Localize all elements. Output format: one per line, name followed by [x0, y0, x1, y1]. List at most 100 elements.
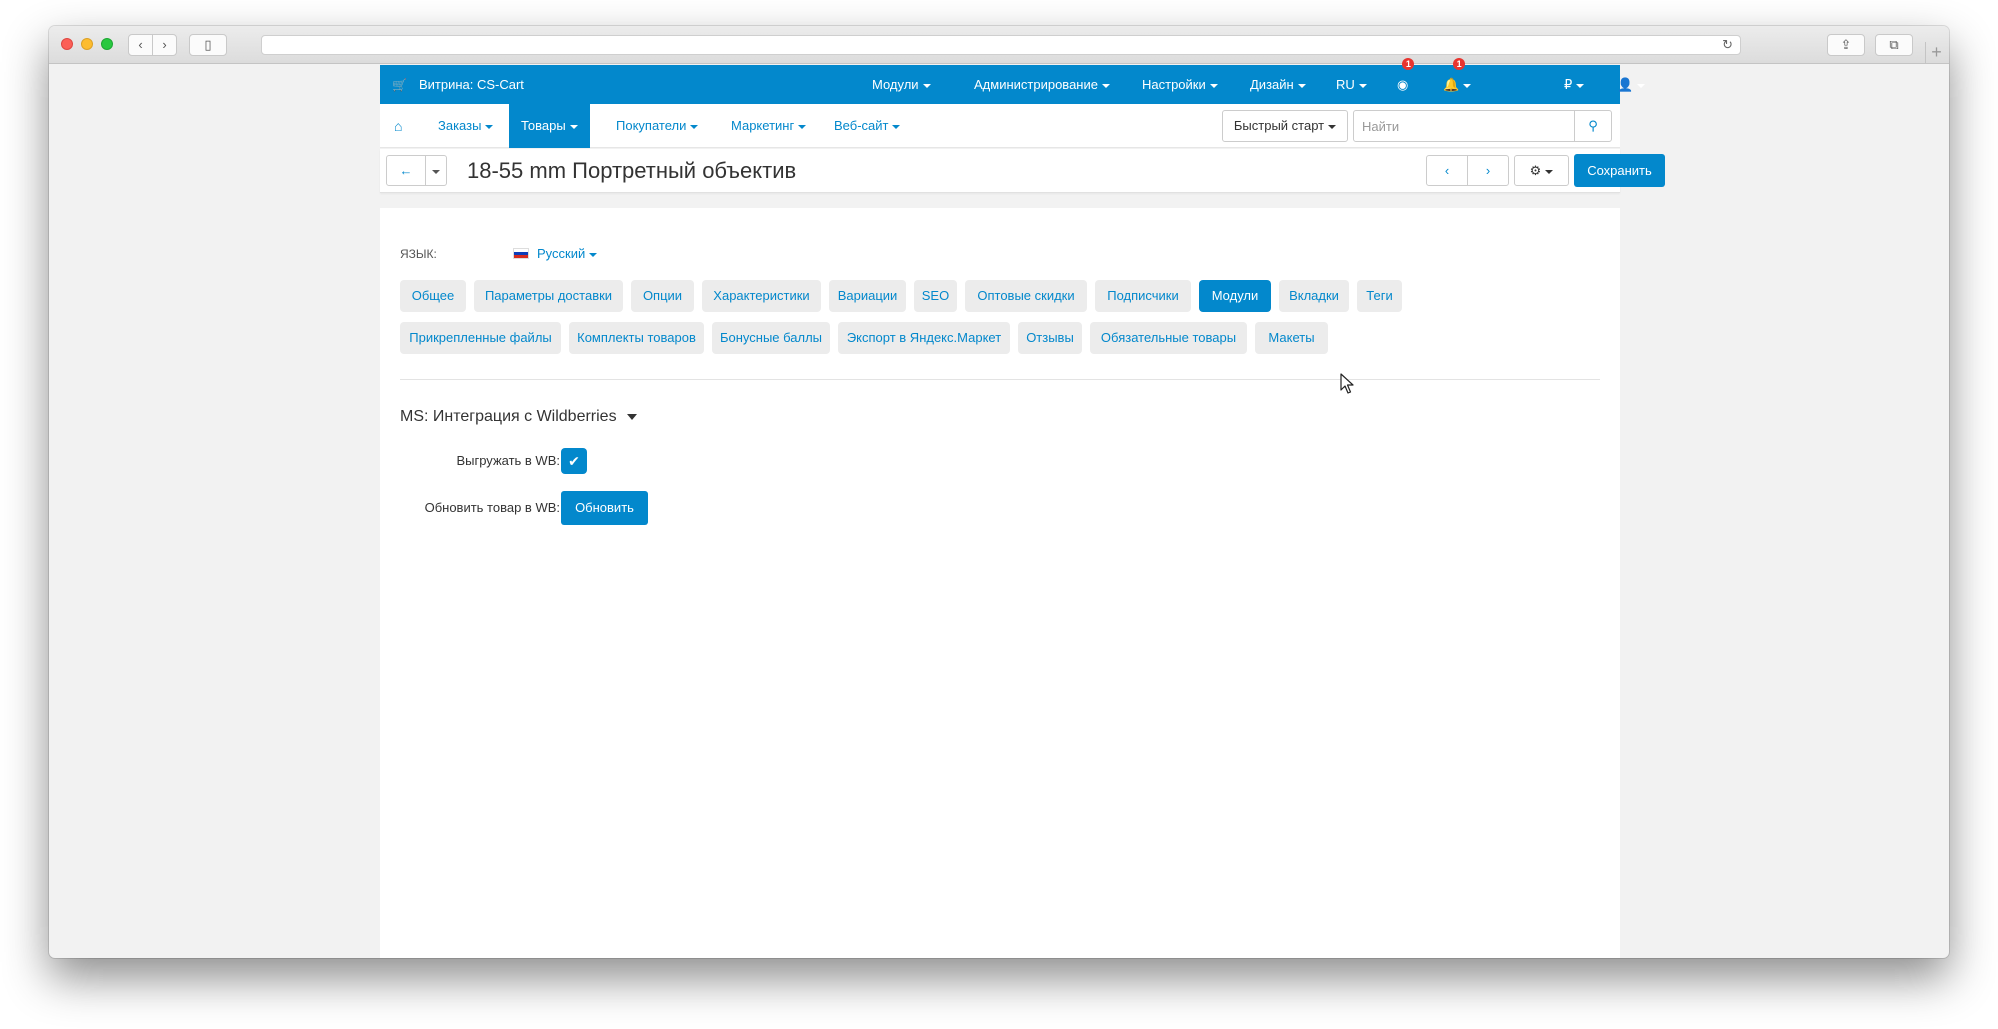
nav-orders-label: Заказы: [438, 118, 482, 133]
storefront-label: Витрина: CS-Cart: [418, 77, 524, 92]
tab-reviews[interactable]: Отзывы: [1018, 322, 1082, 354]
browser-back-button[interactable]: ‹: [128, 34, 153, 56]
caret-down-icon: [569, 124, 578, 129]
tab-attachments[interactable]: Прикрепленные файлы: [400, 322, 561, 354]
tab-addons[interactable]: Модули: [1199, 280, 1271, 312]
caret-down-icon: [1463, 83, 1472, 88]
menu-design-label: Дизайн: [1250, 77, 1294, 92]
tab-reward-points[interactable]: Бонусные баллы: [712, 322, 830, 354]
language-value: Русский: [537, 246, 586, 261]
caret-down-icon: [1328, 124, 1337, 129]
close-window-button[interactable]: [61, 38, 73, 50]
nav-website[interactable]: Веб-сайт: [822, 104, 912, 148]
caret-down-icon: [922, 83, 931, 88]
quick-start-button[interactable]: Быстрый старт: [1222, 110, 1348, 142]
nav-website-label: Веб-сайт: [834, 118, 889, 133]
tab-subscribers[interactable]: Подписчики: [1095, 280, 1191, 312]
caret-down-icon: [892, 124, 901, 129]
tab-wholesale[interactable]: Оптовые скидки: [965, 280, 1087, 312]
settings-dropdown-button[interactable]: ⚙: [1514, 155, 1569, 186]
menu-design[interactable]: Дизайн: [1250, 65, 1306, 104]
browser-titlebar: ‹ › ▯ ↻ ⇪ ⧉ +: [49, 26, 1949, 64]
page-toolbar: ← 18-55 mm Портретный объектив ‹ › ⚙ Сох…: [380, 149, 1665, 193]
plus-icon: +: [1931, 42, 1942, 62]
module-section-title: MS: Интеграция с Wildberries: [400, 408, 617, 425]
address-bar[interactable]: ↻: [261, 35, 1741, 55]
menu-currency-label: ₽: [1564, 77, 1573, 92]
chevron-right-icon: ›: [1485, 163, 1491, 178]
nav-products[interactable]: Товары: [509, 104, 590, 148]
share-icon: ⇪: [1840, 37, 1852, 52]
home-icon[interactable]: ⌂: [394, 104, 402, 148]
tab-tabs[interactable]: Вкладки: [1279, 280, 1349, 312]
minimize-window-button[interactable]: [81, 38, 93, 50]
caret-down-icon: [485, 124, 494, 129]
tab-options[interactable]: Опции: [631, 280, 694, 312]
previous-product-button[interactable]: ‹: [1426, 155, 1468, 186]
tab-bundles[interactable]: Комплекты товаров: [569, 322, 704, 354]
user-icon: 👤: [1617, 77, 1634, 92]
chevron-right-icon: ›: [162, 37, 167, 52]
arrow-left-icon: ←: [399, 163, 413, 178]
chevron-left-icon: ‹: [1444, 163, 1450, 178]
module-section-toggle[interactable]: MS: Интеграция с Wildberries: [400, 408, 637, 426]
tabs-divider: [400, 379, 1600, 380]
nav-customers[interactable]: Покупатели: [604, 104, 710, 148]
tab-required-products[interactable]: Обязательные товары: [1090, 322, 1247, 354]
notifications-button[interactable]: 🔔 1: [1443, 58, 1472, 104]
reload-icon[interactable]: ↻: [1722, 36, 1733, 54]
tab-variations[interactable]: Вариации: [829, 280, 906, 312]
help-button[interactable]: ◉ 1: [1397, 58, 1415, 104]
menu-administration[interactable]: Администрирование: [974, 65, 1110, 104]
browser-forward-button[interactable]: ›: [152, 34, 177, 56]
user-menu[interactable]: 👤: [1617, 65, 1646, 104]
caret-down-icon: [798, 124, 807, 129]
update-in-wb-button[interactable]: Обновить: [561, 491, 648, 525]
tab-overview-button[interactable]: ⧉: [1875, 34, 1913, 56]
language-label: ЯЗЫК:: [400, 247, 437, 261]
tab-yandex-export[interactable]: Экспорт в Яндекс.Маркет: [838, 322, 1010, 354]
storefront-link[interactable]: 🛒 Витрина: CS-Cart: [392, 65, 524, 105]
back-button[interactable]: ←: [386, 155, 426, 186]
tab-features[interactable]: Характеристики: [702, 280, 821, 312]
maximize-window-button[interactable]: [101, 38, 113, 50]
search-button[interactable]: ⚲: [1574, 110, 1612, 142]
caret-down-icon: [690, 124, 699, 129]
caret-down-icon: [626, 413, 637, 420]
tab-shipping[interactable]: Параметры доставки: [474, 280, 623, 312]
tab-tags[interactable]: Теги: [1357, 280, 1402, 312]
tab-general[interactable]: Общее: [400, 280, 466, 312]
menu-language-label: RU: [1336, 77, 1355, 92]
quick-start-label: Быстрый старт: [1233, 118, 1325, 133]
tab-seo[interactable]: SEO: [914, 280, 957, 312]
product-edit-panel: ЯЗЫК: Русский Общее Параметры доставки О…: [380, 208, 1620, 958]
new-tab-button[interactable]: +: [1925, 42, 1947, 64]
back-dropdown-button[interactable]: [425, 155, 447, 186]
cs-cart-admin: 🛒 Витрина: CS-Cart Модули Администрирован…: [380, 58, 1665, 958]
menu-settings[interactable]: Настройки: [1142, 65, 1218, 104]
browser-window: ‹ › ▯ ↻ ⇪ ⧉ + 🛒 Витрина: CS-Cart Модули А…: [49, 26, 1949, 958]
notifications-badge: 1: [1453, 58, 1466, 70]
caret-down-icon: [1637, 83, 1646, 88]
nav-marketing[interactable]: Маркетинг: [719, 104, 818, 148]
nav-orders[interactable]: Заказы: [426, 104, 505, 148]
menu-modules[interactable]: Модули: [872, 65, 931, 104]
gear-icon: ⚙: [1529, 163, 1542, 178]
next-product-button[interactable]: ›: [1467, 155, 1509, 186]
help-badge: 1: [1402, 58, 1415, 70]
menu-language[interactable]: RU: [1336, 65, 1367, 104]
save-button[interactable]: Сохранить: [1574, 154, 1665, 187]
search-input[interactable]: [1353, 110, 1575, 142]
caret-down-icon: [1545, 169, 1554, 174]
caret-down-icon: [589, 252, 598, 257]
sidebar-toggle-button[interactable]: ▯: [189, 34, 227, 56]
menu-administration-label: Администрирование: [974, 77, 1098, 92]
menu-currency[interactable]: ₽: [1564, 65, 1585, 104]
tab-layouts[interactable]: Макеты: [1255, 322, 1328, 354]
page-title: 18-55 mm Портретный объектив: [467, 158, 797, 183]
admin-topbar: 🛒 Витрина: CS-Cart Модули Администрирован…: [380, 58, 1646, 105]
share-button[interactable]: ⇪: [1827, 34, 1865, 56]
caret-down-icon: [1101, 83, 1110, 88]
export-to-wb-checkbox[interactable]: ✔: [561, 448, 587, 474]
language-select[interactable]: Русский: [513, 246, 598, 261]
